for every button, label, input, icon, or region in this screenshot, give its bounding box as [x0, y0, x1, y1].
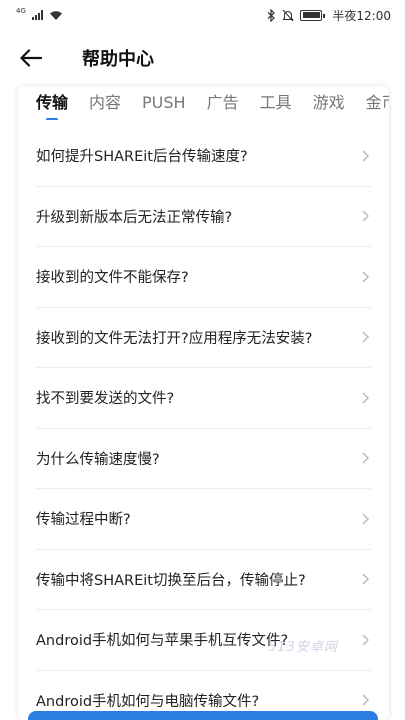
question-text: 传输中将SHAREit切换至后台，传输停止?: [36, 572, 306, 589]
tab-push[interactable]: PUSH: [142, 89, 186, 117]
arrow-left-icon: [20, 49, 42, 67]
header: 帮助中心: [0, 30, 405, 86]
chevron-right-icon: [362, 392, 370, 404]
question-text: 找不到要发送的文件?: [36, 391, 175, 408]
battery-icon: [300, 9, 326, 21]
network-type: 4G: [16, 7, 26, 15]
question-list: 如何提升SHAREit后台传输速度? 升级到新版本后无法正常传输? 接收到的文件…: [18, 126, 389, 720]
list-item[interactable]: 如何提升SHAREit后台传输速度?: [36, 126, 371, 187]
tab-ads[interactable]: 广告: [207, 89, 239, 117]
list-item[interactable]: 接收到的文件无法打开?应用程序无法安装?: [36, 308, 371, 368]
chevron-right-icon: [362, 634, 370, 646]
signal-icon: [31, 10, 43, 20]
tab-content[interactable]: 内容: [89, 89, 121, 117]
status-time: 半夜12:00: [332, 8, 391, 23]
list-item[interactable]: 找不到要发送的文件?: [36, 368, 371, 429]
question-text: 为什么传输速度慢?: [36, 451, 160, 468]
question-text: 接收到的文件无法打开?应用程序无法安装?: [36, 330, 313, 347]
chevron-right-icon: [362, 452, 370, 464]
bottom-action-button[interactable]: [28, 711, 378, 720]
chevron-right-icon: [362, 271, 370, 283]
question-text: Android手机如何与电脑传输文件?: [36, 693, 260, 710]
status-right: 半夜12:00: [267, 7, 391, 24]
chevron-right-icon: [362, 573, 370, 585]
question-text: Android手机如何与苹果手机互传文件?: [36, 633, 289, 650]
tab-coins[interactable]: 金币: [366, 89, 389, 117]
list-item[interactable]: 升级到新版本后无法正常传输?: [36, 187, 371, 247]
chevron-right-icon: [362, 513, 370, 525]
watermark: 513安卓网: [268, 640, 338, 655]
wifi-icon: [49, 10, 62, 20]
status-left: 4G: [16, 7, 63, 21]
status-bar: 4G 半夜12:00: [0, 0, 405, 30]
tab-tools[interactable]: 工具: [260, 89, 292, 117]
question-text: 接收到的文件不能保存?: [36, 270, 189, 287]
tab-transfer[interactable]: 传输: [36, 89, 68, 120]
chevron-right-icon: [362, 210, 370, 222]
question-text: 传输过程中断?: [36, 512, 131, 529]
question-text: 如何提升SHAREit后台传输速度?: [36, 149, 248, 166]
back-button[interactable]: [16, 43, 46, 73]
bluetooth-icon: [268, 8, 276, 22]
chevron-right-icon: [362, 331, 370, 343]
tab-games[interactable]: 游戏: [313, 89, 345, 117]
chevron-right-icon: [362, 150, 370, 162]
category-tabs: 传输 内容 PUSH 广告 工具 游戏 金币: [18, 86, 389, 120]
list-item[interactable]: 传输中将SHAREit切换至后台，传输停止?: [36, 550, 371, 610]
question-text: 升级到新版本后无法正常传输?: [36, 209, 233, 226]
page-title: 帮助中心: [82, 49, 154, 70]
list-item[interactable]: 接收到的文件不能保存?: [36, 247, 371, 308]
chevron-right-icon: [362, 694, 370, 706]
help-card: 传输 内容 PUSH 广告 工具 游戏 金币 如何提升SHAREit后台传输速度…: [18, 86, 389, 720]
list-item[interactable]: 为什么传输速度慢?: [36, 429, 371, 489]
mute-bell-icon: [282, 9, 295, 21]
list-item[interactable]: 传输过程中断?: [36, 489, 371, 550]
